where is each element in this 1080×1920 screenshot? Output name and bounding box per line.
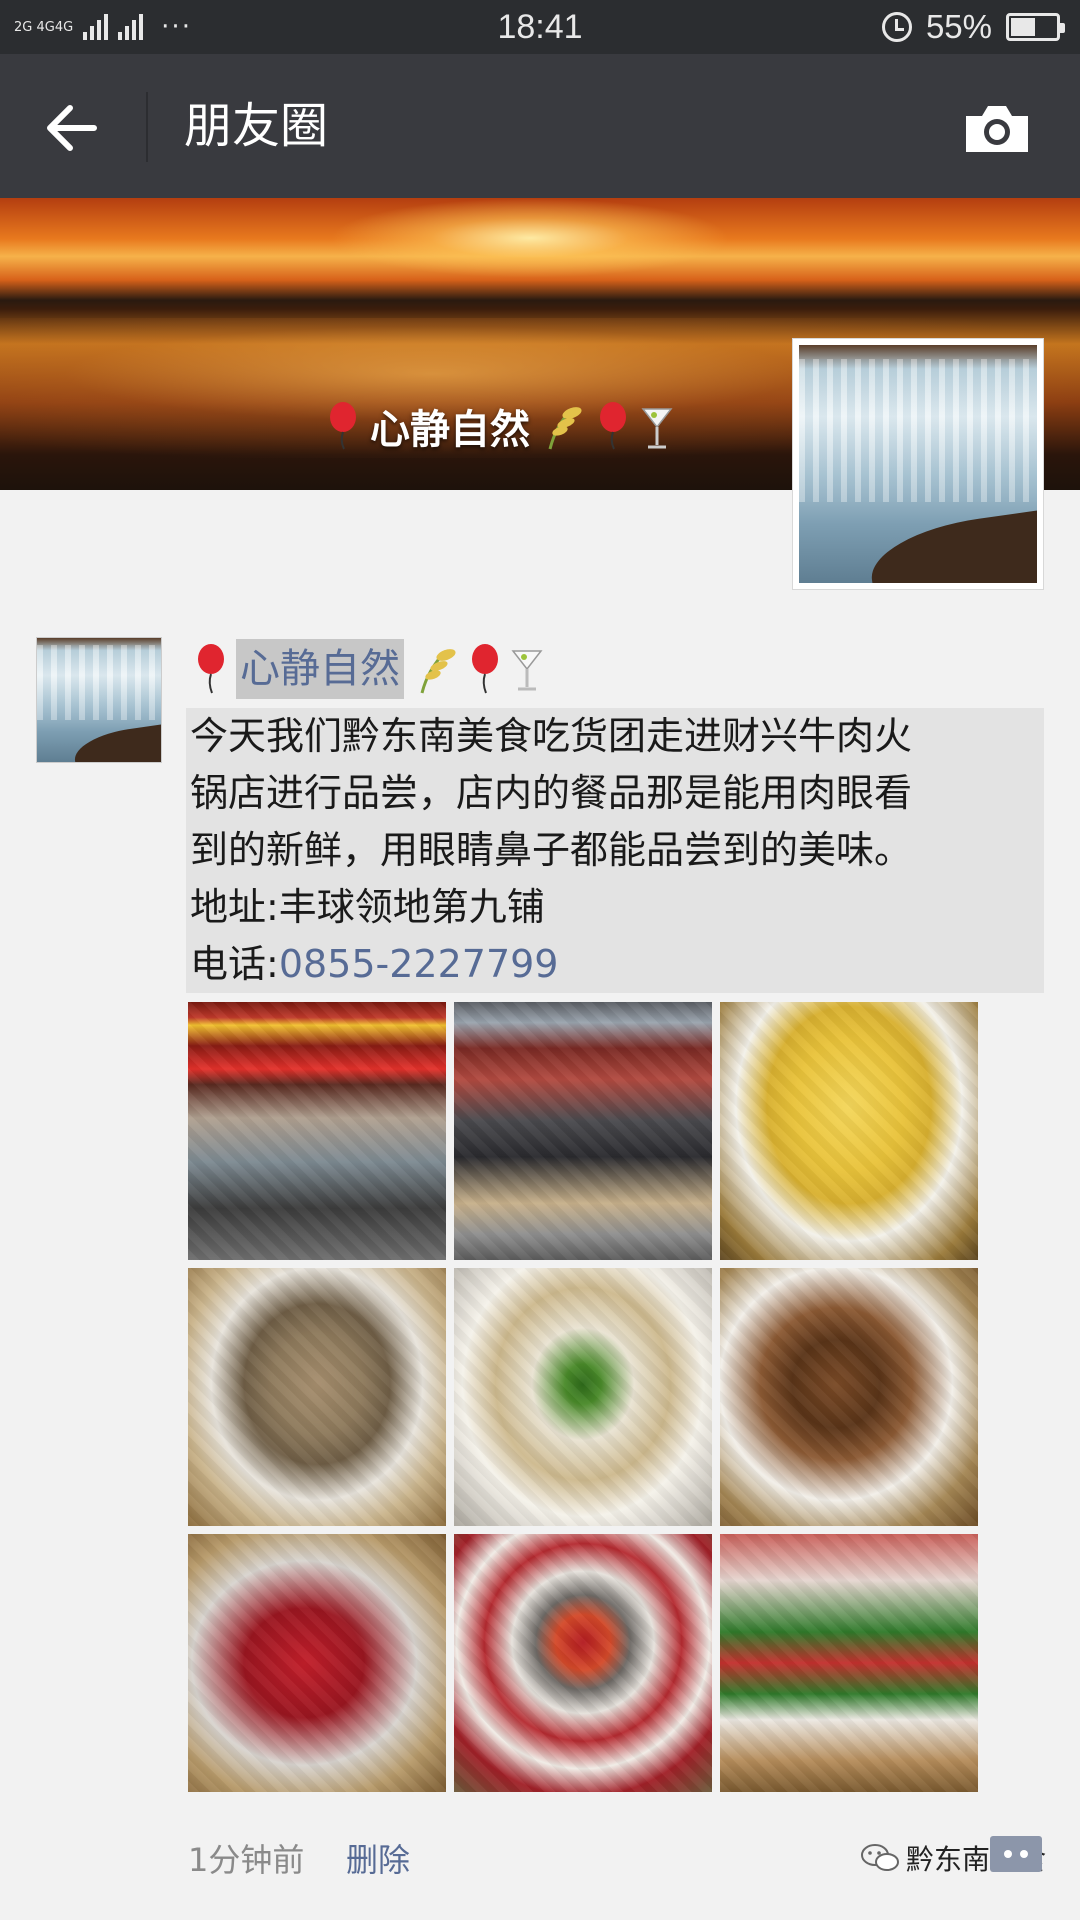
rice-ear-icon-2 [420,649,456,694]
post-line: 今天我们黔东南美食吃货团走进财兴牛肉火 [190,714,913,758]
photo-3[interactable] [720,1002,978,1260]
back-button[interactable] [42,98,102,158]
photo-5[interactable] [454,1268,712,1526]
post-phone-line: 电话:0855-2227799 [190,936,1040,993]
comment-dots-icon [1004,1850,1028,1858]
nav-divider [146,92,148,162]
photo-grid [188,1002,978,1792]
delete-link[interactable]: 删除 [346,1835,410,1881]
waterfall-image-small [36,637,162,763]
post-time: 1分钟前 [188,1841,305,1879]
photo-2[interactable] [454,1002,712,1260]
camera-button[interactable] [962,102,1032,156]
camera-icon [966,106,1028,152]
photo-6[interactable] [720,1268,978,1526]
cover-sun [330,198,730,278]
cocktail-icon [641,408,673,449]
balloon-icon-3 [198,644,224,694]
battery-percent: 55% [925,8,992,45]
photo-9[interactable] [720,1534,978,1792]
alarm-icon [881,12,912,42]
cover-nickname: 心静自然 [328,396,674,456]
author-name[interactable]: 心静自然 [236,639,404,699]
balloon-icon-2 [600,402,626,450]
photo-7[interactable] [188,1534,446,1792]
battery-fill [1011,18,1036,36]
phone-label: 电话: [190,942,279,986]
status-bar: 2G 4G4G ··· 18:41 55% [0,0,1080,54]
rice-ear-icon [548,407,582,450]
balloon-icon-4 [472,644,498,694]
nav-bar: 朋友圈 [0,54,1080,198]
cover-name-text: 心静自然 [370,407,530,453]
post-text[interactable]: 今天我们黔东南美食吃货团走进财兴牛肉火 锅店进行品尝，店内的餐品那是能用肉眼看 … [186,708,1044,993]
profile-avatar[interactable] [792,338,1044,590]
post-line: 地址:丰球领地第九铺 [190,885,545,929]
comment-button[interactable] [990,1836,1042,1872]
photo-1[interactable] [188,1002,446,1260]
post-line: 到的新鲜，用眼睛鼻子都能品尝到的美味。 [190,828,913,872]
page-title: 朋友圈 [184,98,329,154]
battery-icon [1006,13,1065,41]
balloon-icon [330,402,356,450]
photo-4[interactable] [188,1268,446,1526]
arrow-left-icon [47,105,97,151]
cocktail-icon-2 [511,650,543,691]
post-line: 锅店进行品尝，店内的餐品那是能用肉眼看 [190,771,913,815]
phone-link[interactable]: 0855-2227799 [279,942,559,986]
post-author[interactable]: 心静自然 [196,636,544,702]
wechat-icon [861,1844,899,1871]
post-avatar[interactable] [36,637,162,763]
photo-8[interactable] [454,1534,712,1792]
waterfall-image [799,345,1037,583]
